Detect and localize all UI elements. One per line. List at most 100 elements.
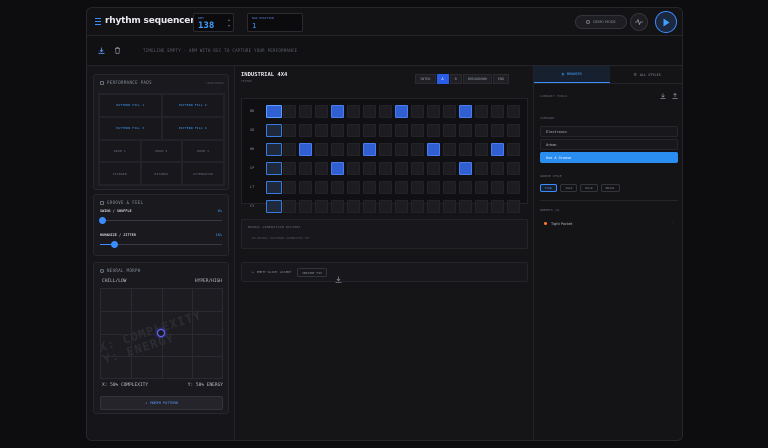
humanize-slider[interactable] bbox=[100, 241, 222, 248]
step-cell[interactable] bbox=[507, 105, 520, 118]
step-cell[interactable] bbox=[475, 181, 488, 194]
step-cell[interactable] bbox=[427, 181, 440, 194]
step-cell[interactable] bbox=[427, 200, 440, 213]
import-icon[interactable] bbox=[660, 93, 666, 99]
step-cell[interactable] bbox=[299, 181, 312, 194]
step-cell[interactable] bbox=[411, 162, 424, 175]
step-cell[interactable] bbox=[411, 181, 424, 194]
step-cell[interactable] bbox=[363, 200, 376, 213]
step-cell[interactable] bbox=[411, 143, 424, 156]
step-cell[interactable] bbox=[283, 124, 296, 137]
step-cell[interactable] bbox=[459, 105, 472, 118]
step-cell[interactable] bbox=[315, 200, 328, 213]
step-cell[interactable] bbox=[379, 143, 392, 156]
performance-pad[interactable]: RITARDO bbox=[140, 162, 183, 185]
play-button[interactable] bbox=[655, 11, 677, 33]
style-chip[interactable]: Jazz bbox=[560, 184, 578, 192]
performance-pad[interactable]: PATTERN FILL 1 bbox=[99, 94, 162, 117]
step-cell[interactable] bbox=[459, 200, 472, 213]
morph-pattern-button[interactable]: ✦ MORPH PATTERN bbox=[100, 396, 223, 410]
step-cell[interactable] bbox=[266, 143, 282, 156]
bpm-display[interactable]: BPM 138 ▴ ▾ bbox=[193, 13, 234, 32]
step-cell[interactable] bbox=[475, 162, 488, 175]
preset-item[interactable]: Tight Pocket ⋮ bbox=[540, 218, 678, 229]
step-cell[interactable] bbox=[283, 200, 296, 213]
performance-pad[interactable]: PATTERN FILL 4 bbox=[161, 116, 224, 140]
step-cell[interactable] bbox=[331, 105, 344, 118]
step-cell[interactable] bbox=[379, 200, 392, 213]
step-cell[interactable] bbox=[395, 162, 408, 175]
performance-pad[interactable]: PATTERN FILL 2 bbox=[161, 94, 224, 117]
step-cell[interactable] bbox=[283, 143, 296, 156]
step-cell[interactable] bbox=[395, 200, 408, 213]
step-cell[interactable] bbox=[443, 124, 456, 137]
tab-all-styles[interactable]: ☰ ALL STYLES bbox=[610, 66, 683, 83]
export-icon[interactable] bbox=[335, 268, 342, 287]
step-cell[interactable] bbox=[395, 181, 408, 194]
demo-mode-button[interactable]: DEMO MODE bbox=[575, 15, 627, 29]
more-icon[interactable]: ⋮ bbox=[670, 220, 674, 225]
step-cell[interactable] bbox=[443, 105, 456, 118]
step-cell[interactable] bbox=[266, 181, 282, 194]
step-cell[interactable] bbox=[491, 162, 504, 175]
step-cell[interactable] bbox=[283, 162, 296, 175]
step-cell[interactable] bbox=[331, 181, 344, 194]
step-cell[interactable] bbox=[459, 162, 472, 175]
menu-icon[interactable] bbox=[95, 17, 101, 25]
step-cell[interactable] bbox=[315, 181, 328, 194]
performance-pad[interactable]: PATTERN FILL 3 bbox=[99, 116, 162, 140]
step-cell[interactable] bbox=[443, 143, 456, 156]
section-tab[interactable]: INTRO bbox=[415, 74, 436, 84]
step-cell[interactable] bbox=[363, 181, 376, 194]
step-cell[interactable] bbox=[491, 143, 504, 156]
step-cell[interactable] bbox=[379, 105, 392, 118]
step-cell[interactable] bbox=[507, 124, 520, 137]
step-cell[interactable] bbox=[315, 143, 328, 156]
xy-morph-pad[interactable]: X: COMPLEXITY Y: ENERGY bbox=[100, 288, 223, 379]
step-cell[interactable] bbox=[299, 162, 312, 175]
step-cell[interactable] bbox=[331, 143, 344, 156]
step-cell[interactable] bbox=[379, 181, 392, 194]
section-tab[interactable]: BREAKDOWN bbox=[462, 74, 492, 84]
step-cell[interactable] bbox=[266, 200, 282, 213]
step-cell[interactable] bbox=[411, 200, 424, 213]
step-cell[interactable] bbox=[347, 200, 360, 213]
step-cell[interactable] bbox=[379, 124, 392, 137]
step-cell[interactable] bbox=[443, 181, 456, 194]
step-cell[interactable] bbox=[266, 162, 282, 175]
step-cell[interactable] bbox=[299, 124, 312, 137]
step-cell[interactable] bbox=[507, 143, 520, 156]
step-cell[interactable] bbox=[331, 162, 344, 175]
performance-pad[interactable]: ATTENUATOR bbox=[182, 162, 224, 185]
section-tab[interactable]: A bbox=[436, 74, 449, 84]
step-cell[interactable] bbox=[331, 200, 344, 213]
step-cell[interactable] bbox=[347, 162, 360, 175]
bpm-stepper-icon[interactable]: ▴ ▾ bbox=[228, 17, 230, 29]
step-cell[interactable] bbox=[283, 181, 296, 194]
humanize-slider-thumb[interactable] bbox=[111, 241, 119, 248]
step-cell[interactable] bbox=[347, 143, 360, 156]
performance-pad[interactable]: DRUM 2 bbox=[140, 139, 183, 163]
step-cell[interactable] bbox=[427, 105, 440, 118]
performance-pad[interactable]: STINGER bbox=[99, 162, 141, 185]
step-cell[interactable] bbox=[347, 124, 360, 137]
tab-browser[interactable]: ▤ BROWSER bbox=[534, 66, 610, 83]
step-cell[interactable] bbox=[443, 200, 456, 213]
step-cell[interactable] bbox=[411, 105, 424, 118]
step-cell[interactable] bbox=[395, 105, 408, 118]
waveform-button[interactable] bbox=[630, 13, 648, 31]
step-cell[interactable] bbox=[315, 162, 328, 175]
step-cell[interactable] bbox=[299, 200, 312, 213]
style-chip[interactable]: Rock bbox=[580, 184, 598, 192]
step-cell[interactable] bbox=[459, 124, 472, 137]
section-tab[interactable]: B bbox=[449, 74, 462, 84]
step-cell[interactable] bbox=[491, 124, 504, 137]
step-cell[interactable] bbox=[507, 200, 520, 213]
step-cell[interactable] bbox=[443, 162, 456, 175]
swing-slider[interactable] bbox=[99, 217, 222, 224]
step-cell[interactable] bbox=[299, 143, 312, 156]
section-tab[interactable]: END bbox=[492, 74, 510, 84]
step-cell[interactable] bbox=[459, 143, 472, 156]
instant-fix-button[interactable]: INSTANT FIX bbox=[297, 268, 327, 277]
step-cell[interactable] bbox=[363, 143, 376, 156]
